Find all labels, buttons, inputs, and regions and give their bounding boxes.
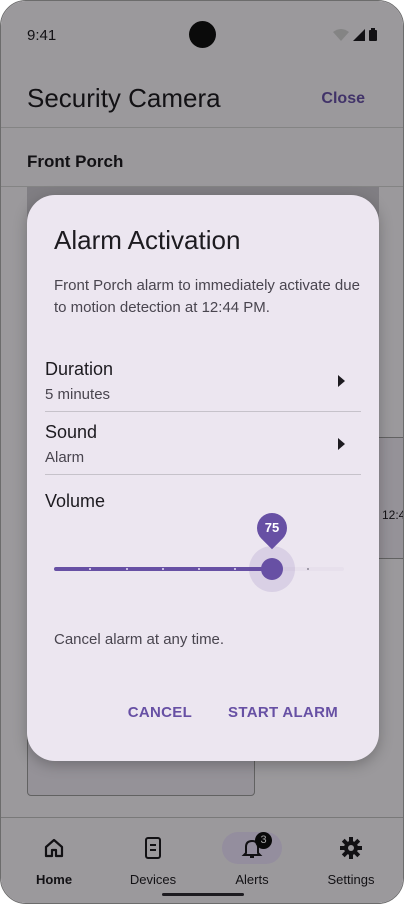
slider-tick <box>126 568 128 570</box>
sound-label: Sound <box>45 422 98 442</box>
slider-tick <box>162 568 164 570</box>
slider-tick <box>234 568 236 570</box>
duration-value: 5 minutes <box>45 386 111 403</box>
volume-slider[interactable]: 75 <box>54 506 344 592</box>
slider-value: 75 <box>264 520 280 535</box>
dialog-title: Alarm Activation <box>54 225 241 255</box>
volume-label: Volume <box>45 491 106 511</box>
dialog-actions: CANCEL START ALARM <box>128 704 338 721</box>
alarm-dialog: Alarm Activation Front Porch alarm to im… <box>27 195 379 761</box>
dialog-description: Front Porch alarm to immediately activat… <box>54 277 360 316</box>
duration-row[interactable]: Duration 5 minutes <box>45 349 361 412</box>
phone-frame: 9:41 Security Camera Close Front Porch 1… <box>0 0 404 904</box>
cancel-note: Cancel alarm at any time. <box>54 631 225 648</box>
slider-tick <box>307 568 309 570</box>
sound-value: Alarm <box>45 449 85 466</box>
start-alarm-button[interactable]: START ALARM <box>228 704 338 721</box>
duration-label: Duration <box>45 359 114 379</box>
chevron-right-icon <box>338 375 345 387</box>
slider-tick <box>198 568 200 570</box>
slider-thumb[interactable] <box>261 558 283 580</box>
chevron-right-icon <box>338 438 345 450</box>
sound-row[interactable]: Sound Alarm <box>45 412 361 475</box>
cancel-button[interactable]: CANCEL <box>128 704 192 721</box>
slider-value-indicator: 75 <box>250 506 294 550</box>
slider-tick <box>89 568 91 570</box>
gesture-bar <box>162 893 244 896</box>
